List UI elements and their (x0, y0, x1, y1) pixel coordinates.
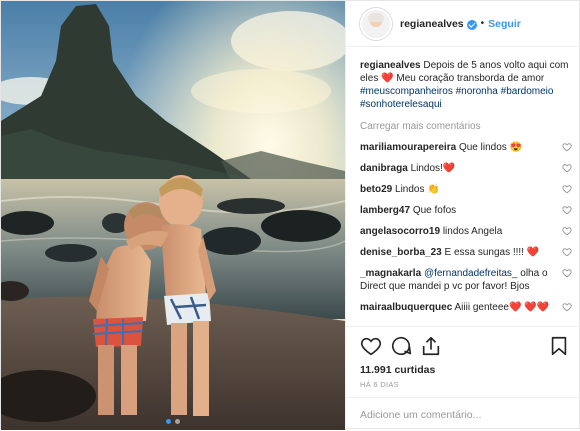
comment-username[interactable]: lamberg47 (360, 205, 410, 216)
hashtag-link[interactable]: #bardomeio (501, 86, 554, 97)
heart-outline-icon[interactable] (360, 335, 382, 357)
comment-like-heart-icon[interactable] (562, 226, 572, 236)
post-timestamp[interactable]: HÁ 6 DIAS (360, 380, 399, 389)
comment: lamberg47 Que fofos (360, 204, 572, 217)
bookmark-icon[interactable] (548, 335, 570, 357)
photo-artwork (1, 1, 345, 430)
comment-username[interactable]: angelasocorro19 (360, 226, 440, 237)
post-side-panel: regianealves • Seguir regianealves Depoi… (345, 1, 580, 430)
comment: angelasocorro19 lindos Angela (360, 225, 572, 238)
add-comment-bar (346, 397, 580, 431)
comment-username[interactable]: mariliamourapereira (360, 142, 456, 153)
verified-badge-icon (466, 19, 477, 30)
follow-button[interactable]: Seguir (488, 18, 521, 30)
caption-username[interactable]: regianealves (360, 60, 421, 71)
share-icon[interactable] (420, 335, 442, 357)
comment: _magnakarla @fernandadefreitas_ olha o D… (360, 267, 572, 293)
comment-text: Aiiii genteee❤️ ❤️❤️ (454, 302, 550, 313)
comment: mairaalbuquerquec Aiiii genteee❤️ ❤️❤️ (360, 301, 572, 314)
post-photo[interactable] (1, 1, 345, 430)
hashtag-link[interactable]: #meuscompanheiros (360, 86, 453, 97)
comment-like-heart-icon[interactable] (562, 302, 572, 312)
comment-username[interactable]: beto29 (360, 184, 392, 195)
instagram-post: regianealves • Seguir regianealves Depoi… (0, 0, 580, 430)
header-separator: • (480, 18, 485, 29)
speech-bubble-icon[interactable] (390, 335, 412, 357)
comment-like-heart-icon[interactable] (562, 205, 572, 215)
post-actions: 11.991 curtidas HÁ 6 DIAS (346, 326, 580, 430)
comment-text: Lindos!❤️ (410, 163, 456, 174)
avatar[interactable] (360, 7, 392, 40)
caption-heart-emoji: ❤️ (381, 73, 394, 84)
comment-username[interactable]: denise_borba_23 (360, 247, 442, 258)
caption: regianealves Depois de 5 anos volto aqui… (360, 59, 572, 111)
comment-username[interactable]: mairaalbuquerquec (360, 302, 452, 313)
comment-like-heart-icon[interactable] (562, 142, 572, 152)
comment: denise_borba_23 E essa sungas !!!! ❤️ (360, 246, 572, 259)
comment: mariliamourapereira Que lindos 😍 (360, 141, 572, 154)
comment-text: Que lindos 😍 (458, 142, 522, 153)
comment-username[interactable]: danibraga (360, 163, 408, 174)
action-icons (360, 335, 570, 357)
load-more-comments-link[interactable]: Carregar mais comentários (360, 120, 572, 133)
comment-like-heart-icon[interactable] (562, 247, 572, 257)
comment-like-heart-icon[interactable] (562, 184, 572, 194)
comment-text: Que fofos (412, 205, 457, 216)
add-comment-input[interactable] (360, 409, 560, 421)
comment-mention-link[interactable]: @fernandadefreitas_ (424, 268, 518, 279)
comment-like-heart-icon[interactable] (562, 163, 572, 173)
caption-text-2: Meu coração transborda de amor (396, 73, 545, 84)
comment-text: E essa sungas !!!! ❤️ (444, 247, 540, 258)
comment-username[interactable]: _magnakarla (360, 268, 421, 279)
carousel-dots (1, 419, 345, 424)
comment-like-heart-icon[interactable] (562, 268, 572, 278)
comment: danibraga Lindos!❤️ (360, 162, 572, 175)
header-username[interactable]: regianealves (400, 18, 464, 30)
comment: beto29 Lindos 👏 (360, 183, 572, 196)
hashtag-link[interactable]: #sonhoterelesaqui (360, 99, 442, 110)
comments-section: regianealves Depois de 5 anos volto aqui… (360, 59, 572, 314)
hashtag-link[interactable]: #noronha (456, 86, 498, 97)
post-header: regianealves • Seguir (346, 1, 580, 47)
likes-count[interactable]: 11.991 curtidas (360, 364, 435, 376)
comment-text: lindos Angela (442, 226, 503, 237)
carousel-dot-active[interactable] (166, 419, 171, 424)
comment-text: Lindos 👏 (395, 184, 440, 195)
carousel-dot[interactable] (175, 419, 180, 424)
